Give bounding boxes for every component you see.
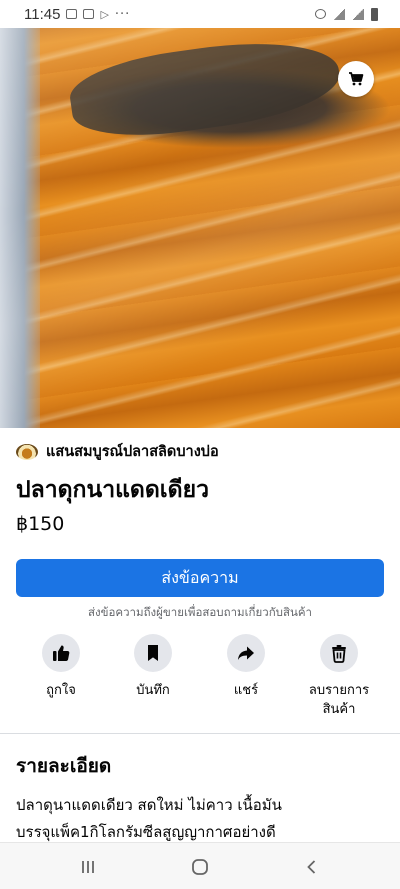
recent-apps-icon [82, 861, 94, 873]
clipboard-notification-icon [83, 9, 95, 19]
share-icon [238, 646, 254, 660]
trash-icon [332, 645, 346, 663]
bookmark-icon [148, 645, 158, 661]
gallery-notification-icon [66, 9, 78, 19]
send-notification-icon: ▷ [100, 7, 109, 21]
like-button[interactable] [42, 634, 80, 672]
cart-icon [349, 72, 364, 86]
thumbs-up-icon [53, 645, 70, 661]
more-notifications-icon: ··· [114, 6, 131, 22]
delete-listing-button[interactable] [320, 634, 358, 672]
save-label: บันทึก [136, 683, 170, 698]
status-bar: 11:45 ▷ ··· [0, 0, 400, 28]
send-message-button[interactable]: ส่งข้อความ [16, 559, 384, 597]
status-time: 11:45 [24, 5, 61, 23]
product-photo[interactable] [0, 28, 400, 428]
home-button[interactable] [188, 855, 212, 879]
back-button[interactable] [300, 855, 324, 879]
cart-button[interactable] [338, 61, 374, 97]
delete-listing-label: ลบรายการ สินค้า [308, 683, 370, 717]
like-label: ถูกใจ [46, 683, 76, 698]
listing-title: ปลาดุกนาแดดเดียว [16, 477, 209, 503]
share-button[interactable] [227, 634, 265, 672]
description-body: ปลาดุนาแดดเดียว สดใหม่ ไม่คาว เนื้อมัน บ… [16, 792, 388, 846]
like-action[interactable]: ถูกใจ [19, 634, 103, 700]
description-heading: รายละเอียด [16, 755, 112, 777]
share-label: แชร์ [233, 683, 259, 698]
seller-logo [16, 443, 38, 460]
back-icon [307, 860, 316, 874]
seller-name[interactable]: แสนสมบูรณ์ปลาสลิดบางบ่อ [46, 440, 219, 463]
action-bar: ถูกใจ บันทึก แชร์ ลบรายการ สินค้า [0, 634, 400, 724]
wifi-icon [333, 8, 345, 20]
alarm-icon [315, 9, 326, 19]
listing-price: ฿150 [16, 513, 65, 535]
share-action[interactable]: แชร์ [204, 634, 288, 700]
home-icon [192, 859, 208, 875]
save-button[interactable] [134, 634, 172, 672]
recent-apps-button[interactable] [76, 855, 100, 879]
seller-row[interactable]: แสนสมบูรณ์ปลาสลิดบางบ่อ [16, 440, 219, 463]
message-hint: ส่งข้อความถึงผู้ขายเพื่อสอบถามเกี่ยวกับส… [88, 605, 312, 619]
system-navigation-bar [0, 842, 400, 889]
delete-listing-action[interactable]: ลบรายการ สินค้า [297, 634, 381, 719]
battery-icon [371, 7, 378, 21]
save-action[interactable]: บันทึก [111, 634, 195, 700]
signal-icon [352, 8, 364, 20]
section-divider [0, 733, 400, 734]
description-line: ปลาดุนาแดดเดียว สดใหม่ ไม่คาว เนื้อมัน [16, 796, 282, 814]
